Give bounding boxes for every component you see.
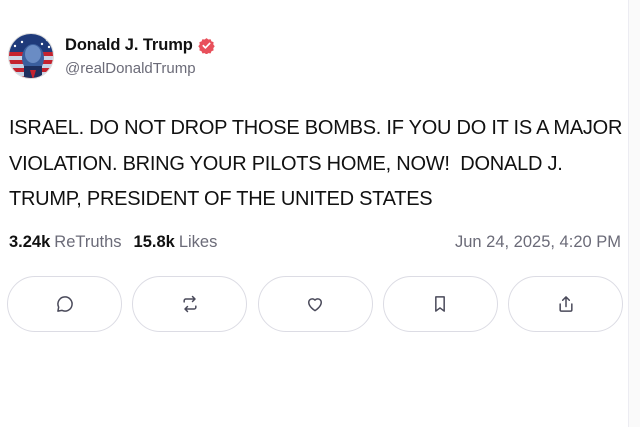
avatar-image: [9, 34, 53, 78]
author-handle[interactable]: @realDonaldTrump: [65, 60, 215, 77]
bookmark-button[interactable]: [382, 276, 498, 332]
retruth-button[interactable]: [132, 276, 248, 332]
share-button[interactable]: [508, 276, 623, 332]
retruths-count: 3.24k: [9, 232, 51, 251]
bookmark-icon: [435, 296, 446, 312]
verified-badge-icon: [198, 37, 215, 54]
action-bar: [7, 276, 623, 332]
likes-stat[interactable]: 15.8k Likes: [134, 233, 218, 252]
like-button[interactable]: [257, 276, 373, 332]
post-timestamp[interactable]: Jun 24, 2025, 4:20 PM: [455, 233, 621, 252]
name-row: Donald J. Trump: [65, 36, 215, 55]
retruths-stat[interactable]: 3.24k ReTruths: [9, 233, 122, 252]
previous-post-fragment: [0, 0, 640, 12]
share-icon: [558, 296, 573, 312]
post-page: Donald J. Trump @realDonaldTrump ISRAEL.…: [0, 0, 640, 427]
post-body-text: ISRAEL. DO NOT DROP THOSE BOMBS. IF YOU …: [9, 117, 623, 210]
retruths-label: ReTruths: [54, 232, 122, 251]
author-block: Donald J. Trump @realDonaldTrump: [65, 36, 215, 77]
reply-button[interactable]: [7, 276, 122, 332]
likes-label: Likes: [178, 232, 218, 251]
post-header: Donald J. Trump @realDonaldTrump: [8, 26, 408, 86]
avatar[interactable]: [8, 33, 54, 79]
author-display-name[interactable]: Donald J. Trump: [65, 36, 193, 55]
heart-icon: [308, 298, 322, 312]
scroll-gutter: [628, 0, 640, 427]
retruth-icon: [183, 295, 197, 313]
likes-count: 15.8k: [133, 232, 175, 251]
reply-icon: [56, 296, 73, 312]
post-stats: 3.24k ReTruths 15.8k Likes Jun 24, 2025,…: [9, 230, 621, 254]
